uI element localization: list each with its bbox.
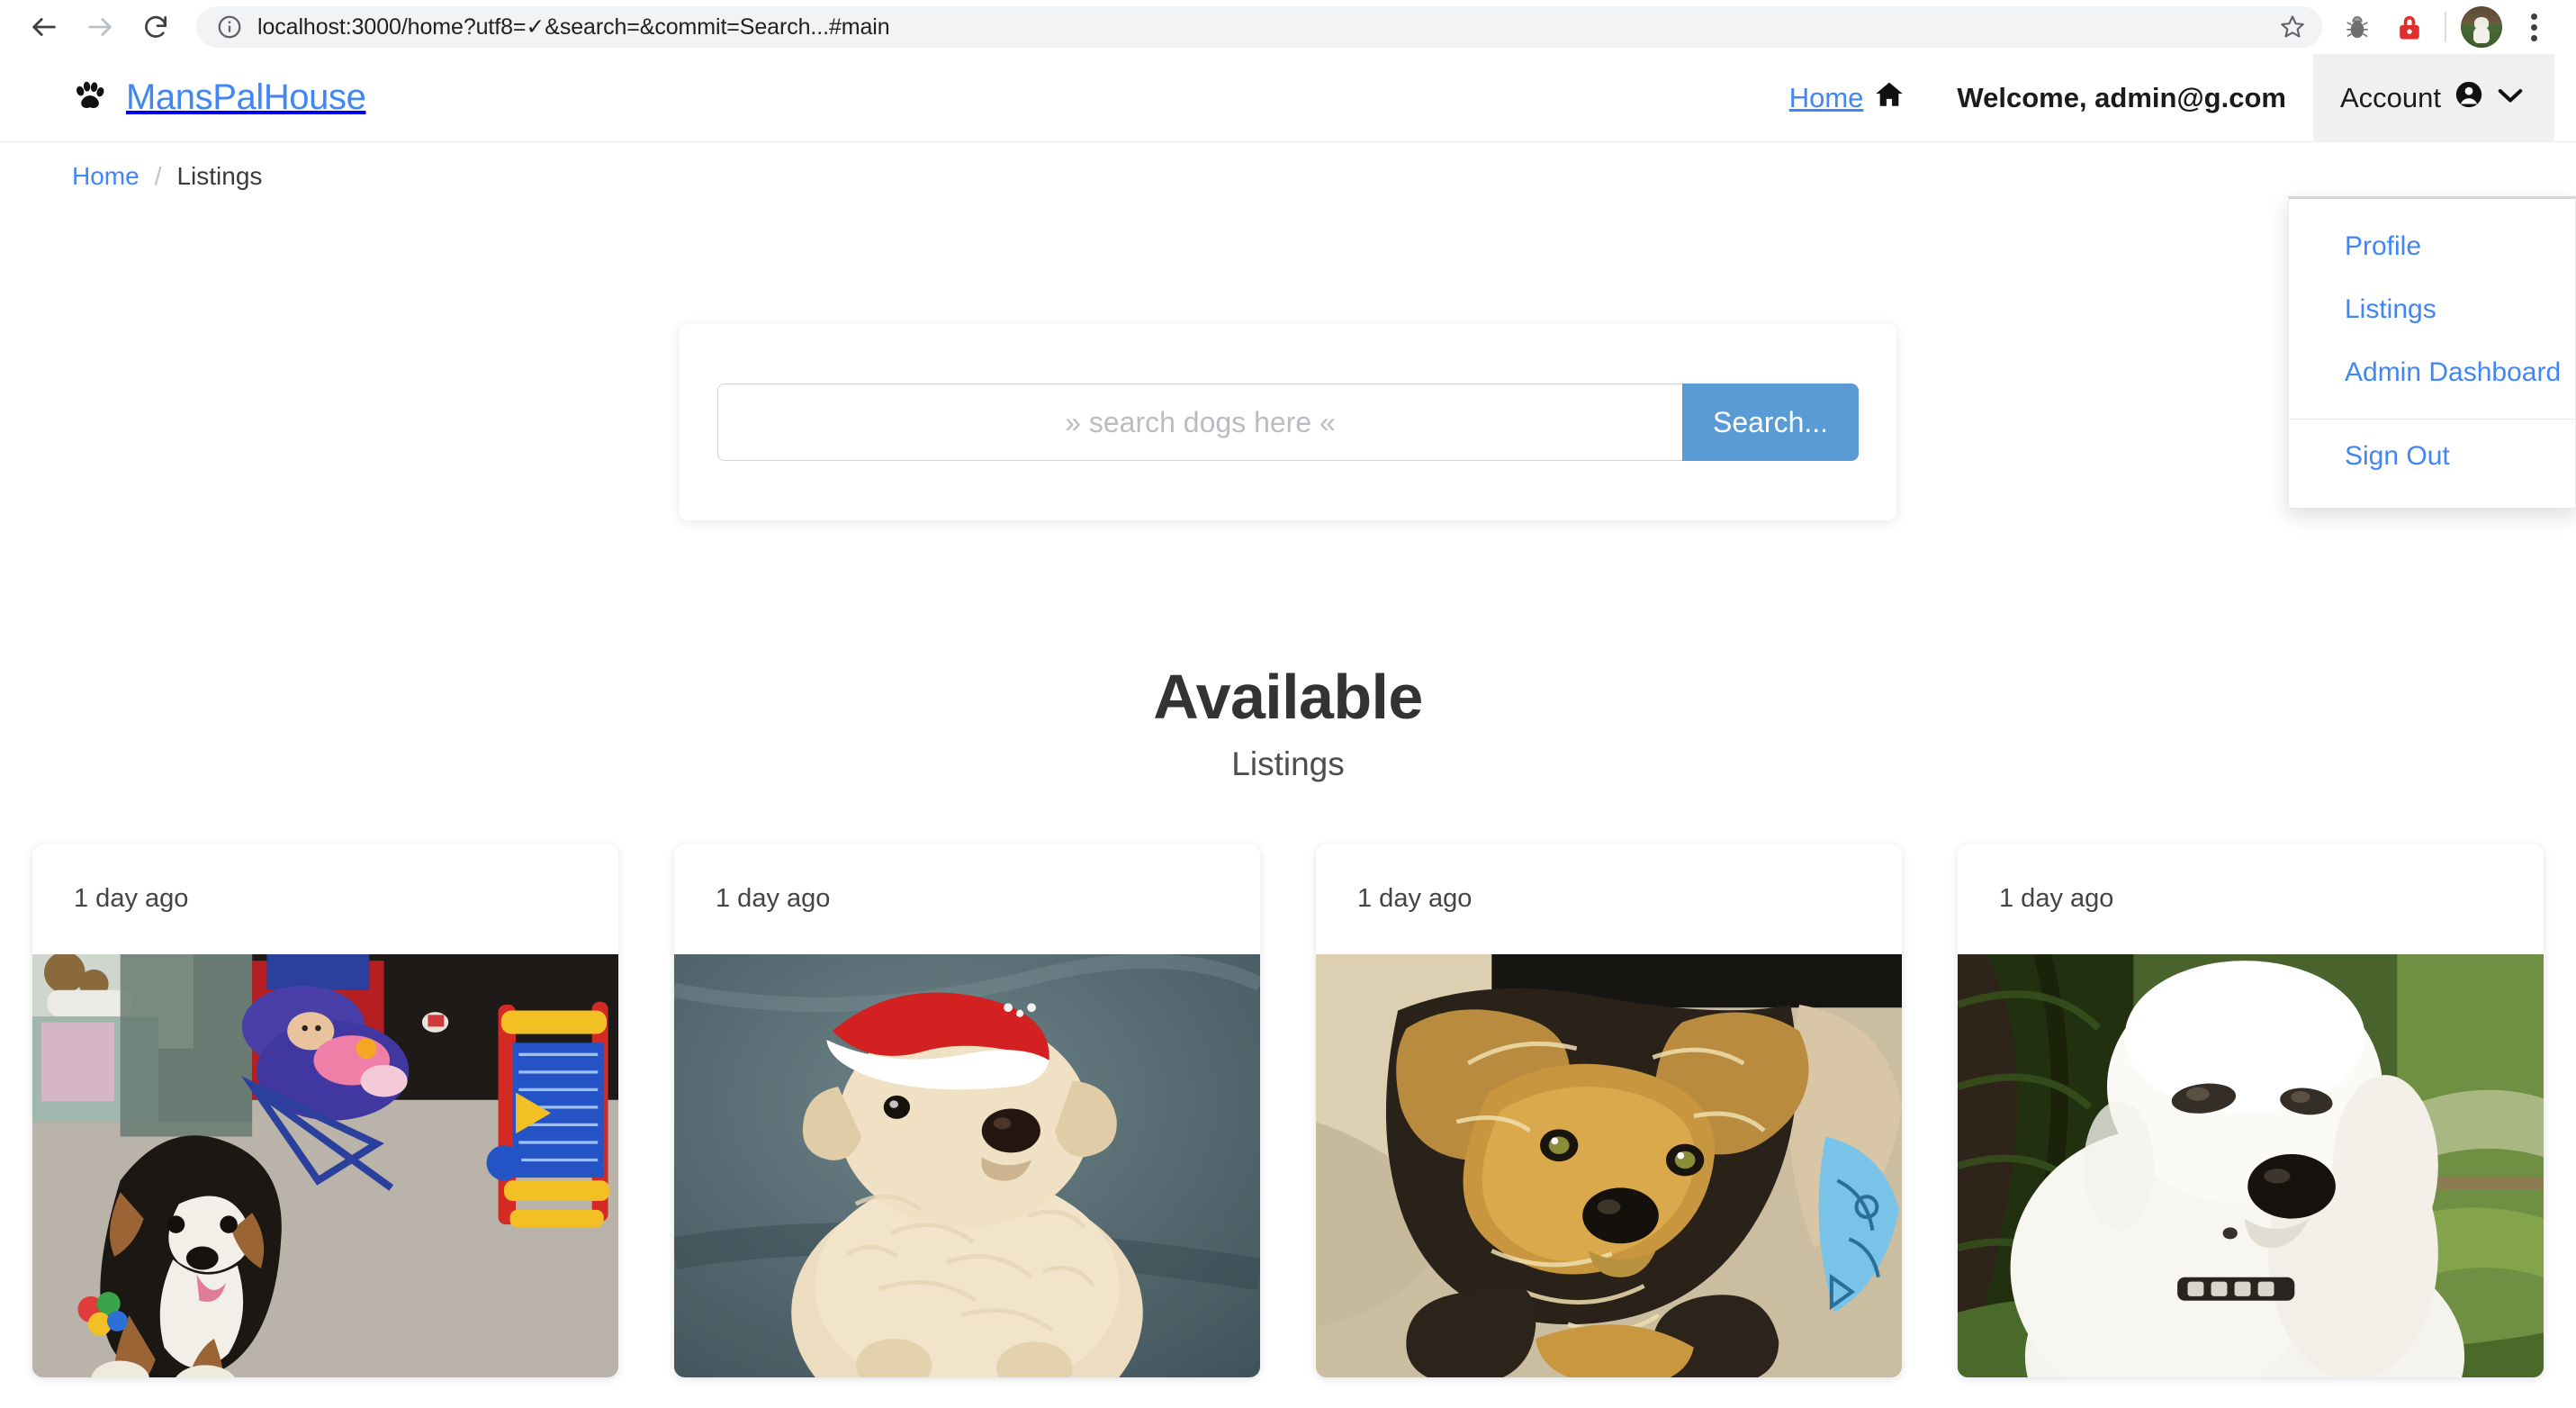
menu-item-sign-out[interactable]: Sign Out: [2289, 425, 2575, 488]
menu-item-profile[interactable]: Profile: [2289, 215, 2575, 278]
account-dropdown-menu: Profile Listings Admin Dashboard Sign Ou…: [2288, 196, 2576, 509]
page-subtitle: Listings: [1231, 745, 1345, 782]
menu-item-admin-dashboard[interactable]: Admin Dashboard: [2289, 341, 2575, 404]
address-bar[interactable]: localhost:3000/home?utf8=✓&search=&commi…: [196, 6, 2322, 48]
person-circle-icon: [2454, 79, 2484, 117]
listing-photo[interactable]: [1958, 953, 2544, 1377]
yorkshire-terrier-photo: [1316, 953, 1902, 1377]
search-form: Search...: [717, 384, 1859, 461]
back-arrow-icon: [29, 12, 59, 42]
back-button[interactable]: [16, 0, 72, 55]
chevron-down-icon: [2497, 85, 2524, 108]
listing-photo[interactable]: [32, 953, 618, 1377]
reload-button[interactable]: [128, 0, 184, 55]
listing-timestamp: 1 day ago: [74, 884, 189, 913]
paw-print-icon: [70, 77, 108, 119]
listing-timestamp: 1 day ago: [1357, 884, 1473, 913]
star-icon[interactable]: [2279, 14, 2306, 41]
listing-photo[interactable]: [1316, 953, 1902, 1377]
site-navbar: MansPalHouse Home Welcome, admin@g.com A…: [0, 54, 2576, 509]
navbar-right: Home Welcome, admin@g.com Account: [1764, 54, 2554, 141]
nav-item-home[interactable]: Home: [1764, 54, 1931, 141]
santa-hat-terrier-photo: [674, 953, 1260, 1377]
search-card: Search...: [680, 324, 1896, 520]
toolbar-divider: [2445, 12, 2446, 42]
listings-grid: 1 day ago 1 day ago 1 day ago 1 day ago: [0, 844, 2576, 1377]
nav-home-label: Home: [1788, 81, 1864, 113]
profile-avatar[interactable]: [2455, 1, 2508, 53]
listing-timestamp: 1 day ago: [716, 884, 831, 913]
bug-icon[interactable]: [2331, 1, 2383, 53]
info-circle-icon[interactable]: [216, 14, 243, 41]
forward-button[interactable]: [72, 0, 128, 55]
house-icon: [1874, 79, 1905, 117]
breadcrumb-separator: /: [154, 162, 162, 190]
menu-divider: [2289, 419, 2575, 420]
listing-timestamp: 1 day ago: [1999, 884, 2114, 913]
browser-action-icons: [2331, 1, 2560, 53]
page-title: Available: [1153, 662, 1423, 732]
listing-card[interactable]: 1 day ago: [1958, 844, 2544, 1377]
kebab-menu-icon[interactable]: [2508, 1, 2560, 53]
breadcrumb-current: Listings: [176, 162, 263, 190]
account-label: Account: [2339, 81, 2441, 113]
browser-toolbar: localhost:3000/home?utf8=✓&search=&commi…: [0, 0, 2576, 54]
lock-icon[interactable]: [2383, 1, 2436, 53]
brand-link[interactable]: MansPalHouse: [70, 77, 366, 119]
white-poodle-photo: [1958, 953, 2544, 1377]
listing-card[interactable]: 1 day ago: [1316, 844, 1902, 1377]
bernese-puppy-photo: [32, 953, 618, 1377]
forward-arrow-icon: [85, 12, 115, 42]
reload-icon: [141, 13, 170, 41]
search-section: Search...: [0, 324, 2576, 520]
breadcrumb: Home / Listings: [0, 142, 2576, 191]
listing-card[interactable]: 1 day ago: [32, 844, 618, 1377]
account-dropdown-toggle[interactable]: Account: [2312, 54, 2554, 141]
url-text: localhost:3000/home?utf8=✓&search=&commi…: [257, 14, 890, 40]
search-input[interactable]: [717, 384, 1682, 461]
welcome-text: Welcome, admin@g.com: [1957, 81, 2286, 113]
listings-heading: Available Listings: [0, 662, 2576, 783]
listing-card[interactable]: 1 day ago: [674, 844, 1260, 1377]
menu-item-listings[interactable]: Listings: [2289, 278, 2575, 341]
search-button[interactable]: Search...: [1682, 384, 1859, 461]
listing-photo[interactable]: [674, 953, 1260, 1377]
brand-name: MansPalHouse: [126, 77, 366, 117]
breadcrumb-home[interactable]: Home: [72, 162, 140, 191]
